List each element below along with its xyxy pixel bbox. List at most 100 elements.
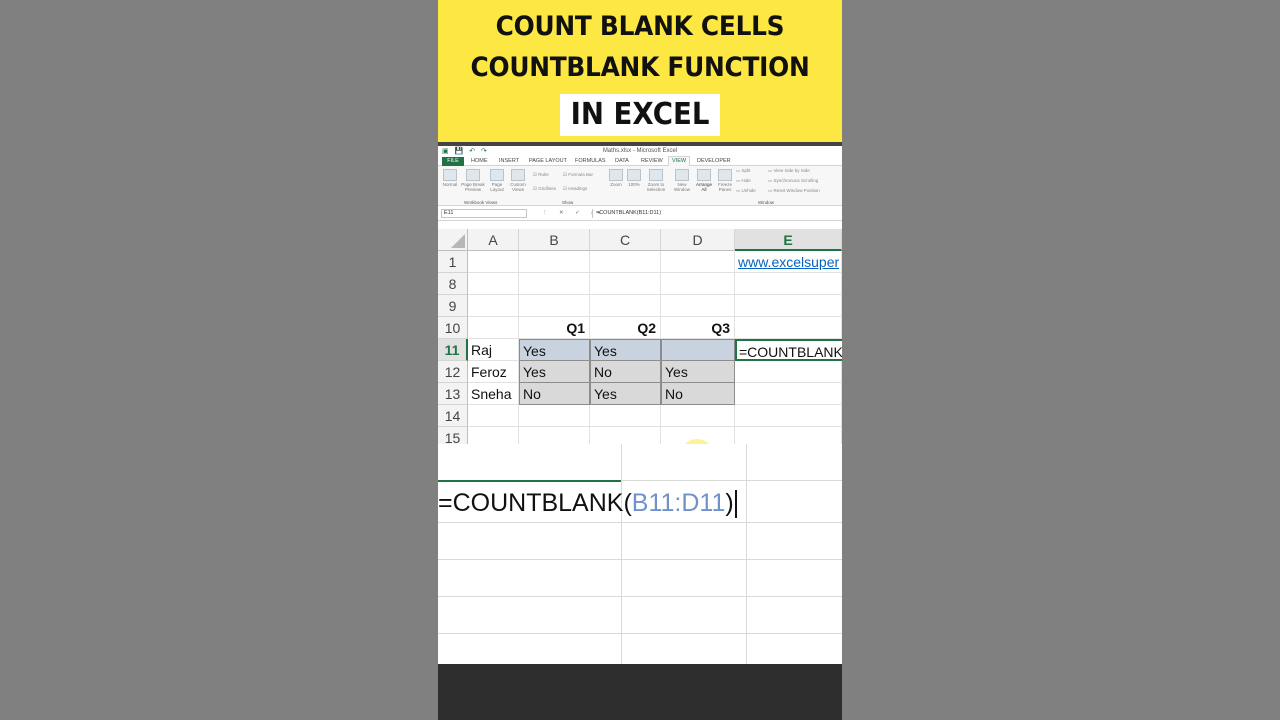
cell-e8[interactable] xyxy=(735,273,842,295)
column-header-e[interactable]: E xyxy=(735,229,842,251)
hide-button[interactable]: ▭ Hide xyxy=(736,178,751,184)
row-header-11[interactable]: 11 xyxy=(438,339,468,361)
normal-view-icon xyxy=(443,169,457,181)
unhide-button[interactable]: ▭ Unhide xyxy=(736,188,756,194)
cell-a15[interactable] xyxy=(468,427,519,444)
column-header-c[interactable]: C xyxy=(590,229,661,251)
cell-e10[interactable] xyxy=(735,317,842,339)
cell-a8[interactable] xyxy=(468,273,519,295)
cell-e15[interactable] xyxy=(735,427,842,444)
cell-e14[interactable] xyxy=(735,405,842,427)
page-break-preview-button[interactable]: Page Break Preview xyxy=(460,169,486,192)
freeze-panes-button[interactable]: Freeze Panes xyxy=(716,169,734,192)
cell-b14[interactable] xyxy=(519,405,590,427)
row-header-13[interactable]: 13 xyxy=(438,383,468,405)
cell-b10[interactable]: Q1 xyxy=(519,317,590,339)
zoom-gridline xyxy=(438,522,842,523)
cell-c9[interactable] xyxy=(590,295,661,317)
new-window-button[interactable]: New Window xyxy=(672,169,692,192)
video-frame: COUNT BLANK CELLS COUNTBLANK FUNCTION IN… xyxy=(438,0,842,720)
title-banner: COUNT BLANK CELLS COUNTBLANK FUNCTION IN… xyxy=(438,0,842,142)
page-layout-icon xyxy=(490,169,504,181)
cell-a14[interactable] xyxy=(468,405,519,427)
cell-a11[interactable]: Raj xyxy=(468,339,519,361)
column-header-b[interactable]: B xyxy=(519,229,590,251)
cell-c8[interactable] xyxy=(590,273,661,295)
cell-b8[interactable] xyxy=(519,273,590,295)
cell-c10[interactable]: Q2 xyxy=(590,317,661,339)
group-label-show: Show xyxy=(562,200,574,205)
tab-review[interactable]: REVIEW xyxy=(638,157,666,166)
view-side-by-side-button[interactable]: ▭ View Side by Side xyxy=(768,168,810,174)
split-button[interactable]: ▭ Split xyxy=(736,168,750,174)
name-box[interactable]: E11 xyxy=(441,209,527,218)
cell-b9[interactable] xyxy=(519,295,590,317)
cell-d11[interactable] xyxy=(661,339,735,361)
row-header-10[interactable]: 10 xyxy=(438,317,468,339)
row-header-15[interactable]: 15 xyxy=(438,427,468,444)
cell-a10[interactable] xyxy=(468,317,519,339)
tab-data[interactable]: DATA xyxy=(612,157,632,166)
headings-checkbox[interactable]: ☑ Headings xyxy=(563,186,587,192)
title-bar: ▣ 💾 ↶ ↷ Maths.xlsx - Microsoft Excel xyxy=(438,142,842,156)
row-header-8[interactable]: 8 xyxy=(438,273,468,295)
gridlines-checkbox[interactable]: ☑ Gridlines xyxy=(533,186,556,192)
row-header-12[interactable]: 12 xyxy=(438,361,468,383)
cell-c1[interactable] xyxy=(590,251,661,273)
zoomed-formula-panel: =COUNTBLANK(B11:D11) xyxy=(438,444,842,664)
cell-e13[interactable] xyxy=(735,383,842,405)
cell-b1[interactable] xyxy=(519,251,590,273)
row-header-14[interactable]: 14 xyxy=(438,405,468,427)
cell-d9[interactable] xyxy=(661,295,735,317)
cell-c12[interactable]: No xyxy=(590,361,661,383)
cell-d14[interactable] xyxy=(661,405,735,427)
cell-a12[interactable]: Feroz xyxy=(468,361,519,383)
ribbon-tabs: FILE HOME INSERT PAGE LAYOUT FORMULAS DA… xyxy=(438,156,842,167)
cell-e9[interactable] xyxy=(735,295,842,317)
select-all-corner[interactable] xyxy=(438,229,468,251)
zoom-100-button[interactable]: 100% xyxy=(626,169,642,187)
cell-b11[interactable]: Yes xyxy=(519,339,590,361)
cell-a9[interactable] xyxy=(468,295,519,317)
formula-input[interactable]: =COUNTBLANK(B11:D11) xyxy=(592,209,842,218)
tab-developer[interactable]: DEVELOPER xyxy=(694,157,734,166)
cell-c13[interactable]: Yes xyxy=(590,383,661,405)
cell-e1[interactable]: www.excelsuper xyxy=(735,251,842,273)
cell-c14[interactable] xyxy=(590,405,661,427)
cell-e12[interactable] xyxy=(735,361,842,383)
column-header-a[interactable]: A xyxy=(468,229,519,251)
cell-d8[interactable] xyxy=(661,273,735,295)
tab-home[interactable]: HOME xyxy=(468,157,491,166)
arrange-all-button[interactable]: Arrange All xyxy=(694,169,714,192)
tab-page-layout[interactable]: PAGE LAYOUT xyxy=(526,157,570,166)
zoom-button[interactable]: Zoom xyxy=(608,169,624,187)
cell-d13[interactable]: No xyxy=(661,383,735,405)
cell-d12[interactable]: Yes xyxy=(661,361,735,383)
row-header-9[interactable]: 9 xyxy=(438,295,468,317)
row-header-1[interactable]: 1 xyxy=(438,251,468,273)
cell-d1[interactable] xyxy=(661,251,735,273)
cell-c11[interactable]: Yes xyxy=(590,339,661,361)
cell-e11[interactable]: =COUNTBLANK( xyxy=(735,339,842,361)
cell-b13[interactable]: No xyxy=(519,383,590,405)
worksheet-grid[interactable]: A B C D E 1 www.excelsuper 8 9 10 Q1 Q2 Q3 11 Raj… xyxy=(438,229,842,444)
synchronous-scrolling-button[interactable]: ▭ Synchronous Scrolling xyxy=(768,178,818,184)
cell-d10[interactable]: Q3 xyxy=(661,317,735,339)
cell-b15[interactable] xyxy=(519,427,590,444)
cell-b12[interactable]: Yes xyxy=(519,361,590,383)
custom-views-button[interactable]: Custom Views xyxy=(508,169,528,192)
column-header-d[interactable]: D xyxy=(661,229,735,251)
zoom-selection-button[interactable]: Zoom to Selection xyxy=(644,169,668,192)
page-layout-button[interactable]: Page Layout xyxy=(488,169,506,192)
cell-a13[interactable]: Sneha xyxy=(468,383,519,405)
tab-file[interactable]: FILE xyxy=(442,157,464,166)
cell-c15[interactable] xyxy=(590,427,661,444)
formula-bar-checkbox[interactable]: ☑ Formula Bar xyxy=(563,172,593,178)
ruler-checkbox[interactable]: ☑ Ruler xyxy=(533,172,549,178)
tab-formulas[interactable]: FORMULAS xyxy=(572,157,609,166)
reset-window-position-button[interactable]: ▭ Reset Window Position xyxy=(768,188,820,194)
zoom-gridline xyxy=(746,444,747,664)
cell-a1[interactable] xyxy=(468,251,519,273)
tab-insert[interactable]: INSERT xyxy=(496,157,522,166)
normal-view-button[interactable]: Normal xyxy=(441,169,459,187)
